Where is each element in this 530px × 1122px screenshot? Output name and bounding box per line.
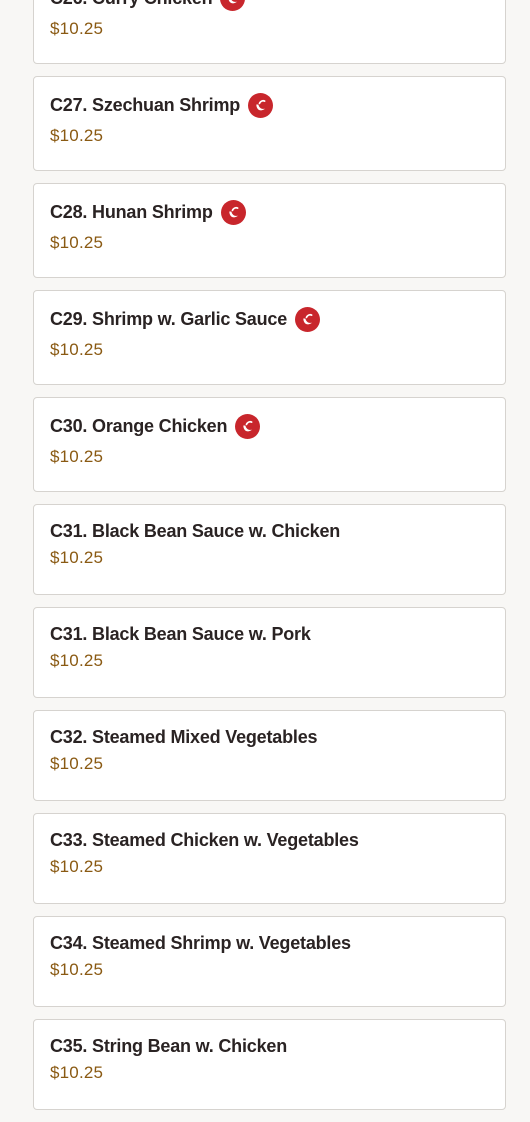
menu-item-name: C35. String Bean w. Chicken [50, 1035, 287, 1056]
menu-item-price: $10.25 [50, 548, 104, 567]
menu-item-price: $10.25 [50, 19, 104, 38]
menu-item-card[interactable]: C32. Steamed Mixed Vegetables $10.25 [33, 710, 506, 801]
menu-item-card[interactable]: C33. Steamed Chicken w. Vegetables $10.2… [33, 813, 506, 904]
menu-item-card[interactable]: C31. Black Bean Sauce w. Pork $10.25 [33, 607, 506, 698]
menu-item-header: C34. Steamed Shrimp w. Vegetables [50, 917, 489, 958]
menu-item-header: C31. Black Bean Sauce w. Pork [50, 608, 489, 649]
menu-item-name: C29. Shrimp w. Garlic Sauce [50, 308, 288, 329]
menu-item-price: $10.25 [50, 447, 104, 466]
menu-item-price: $10.25 [50, 960, 104, 979]
menu-item-price: $10.25 [50, 233, 104, 252]
menu-item-name: C31. Black Bean Sauce w. Pork [50, 623, 311, 644]
menu-item-header: C31. Black Bean Sauce w. Chicken [50, 505, 489, 546]
menu-item-header: C26. Curry Chicken [50, 0, 489, 13]
menu-item-list: C26. Curry Chicken $10.25 C27. Szechuan … [33, 0, 506, 1122]
menu-item-header: C27. Szechuan Shrimp [50, 77, 489, 120]
menu-item-card[interactable]: C35. String Bean w. Chicken $10.25 [33, 1019, 506, 1110]
menu-item-header: C28. Hunan Shrimp [50, 184, 489, 227]
menu-item-header: C33. Steamed Chicken w. Vegetables [50, 814, 489, 855]
chili-pepper-icon [295, 306, 321, 332]
menu-item-card[interactable]: C34. Steamed Shrimp w. Vegetables $10.25 [33, 916, 506, 1007]
menu-item-price: $10.25 [50, 651, 104, 670]
menu-item-price: $10.25 [50, 340, 104, 359]
menu-item-name: C28. Hunan Shrimp [50, 201, 213, 222]
menu-item-name: C34. Steamed Shrimp w. Vegetables [50, 932, 351, 953]
chili-pepper-icon [220, 0, 246, 11]
menu-item-card[interactable]: C28. Hunan Shrimp $10.25 [33, 183, 506, 278]
menu-item-card[interactable]: C27. Szechuan Shrimp $10.25 [33, 76, 506, 171]
menu-item-name: C26. Curry Chicken [50, 0, 213, 9]
chili-pepper-icon [235, 413, 261, 439]
menu-item-card[interactable]: C31. Black Bean Sauce w. Chicken $10.25 [33, 504, 506, 595]
menu-item-card[interactable]: C30. Orange Chicken $10.25 [33, 397, 506, 492]
menu-item-price: $10.25 [50, 126, 104, 145]
menu-item-header: C29. Shrimp w. Garlic Sauce [50, 291, 489, 334]
menu-item-header: C30. Orange Chicken [50, 398, 489, 441]
menu-item-name: C31. Black Bean Sauce w. Chicken [50, 520, 341, 541]
menu-item-name: C27. Szechuan Shrimp [50, 94, 241, 115]
chili-pepper-icon [220, 199, 246, 225]
menu-item-card[interactable]: C29. Shrimp w. Garlic Sauce $10.25 [33, 290, 506, 385]
menu-item-price: $10.25 [50, 754, 104, 773]
menu-item-name: C32. Steamed Mixed Vegetables [50, 726, 318, 747]
menu-item-header: C35. String Bean w. Chicken [50, 1020, 489, 1061]
menu-item-header: C32. Steamed Mixed Vegetables [50, 711, 489, 752]
chili-pepper-icon [248, 92, 274, 118]
menu-item-price: $10.25 [50, 1063, 104, 1082]
menu-item-card[interactable]: C26. Curry Chicken $10.25 [33, 0, 506, 64]
menu-item-name: C33. Steamed Chicken w. Vegetables [50, 829, 359, 850]
menu-item-name: C30. Orange Chicken [50, 415, 228, 436]
menu-item-price: $10.25 [50, 857, 104, 876]
